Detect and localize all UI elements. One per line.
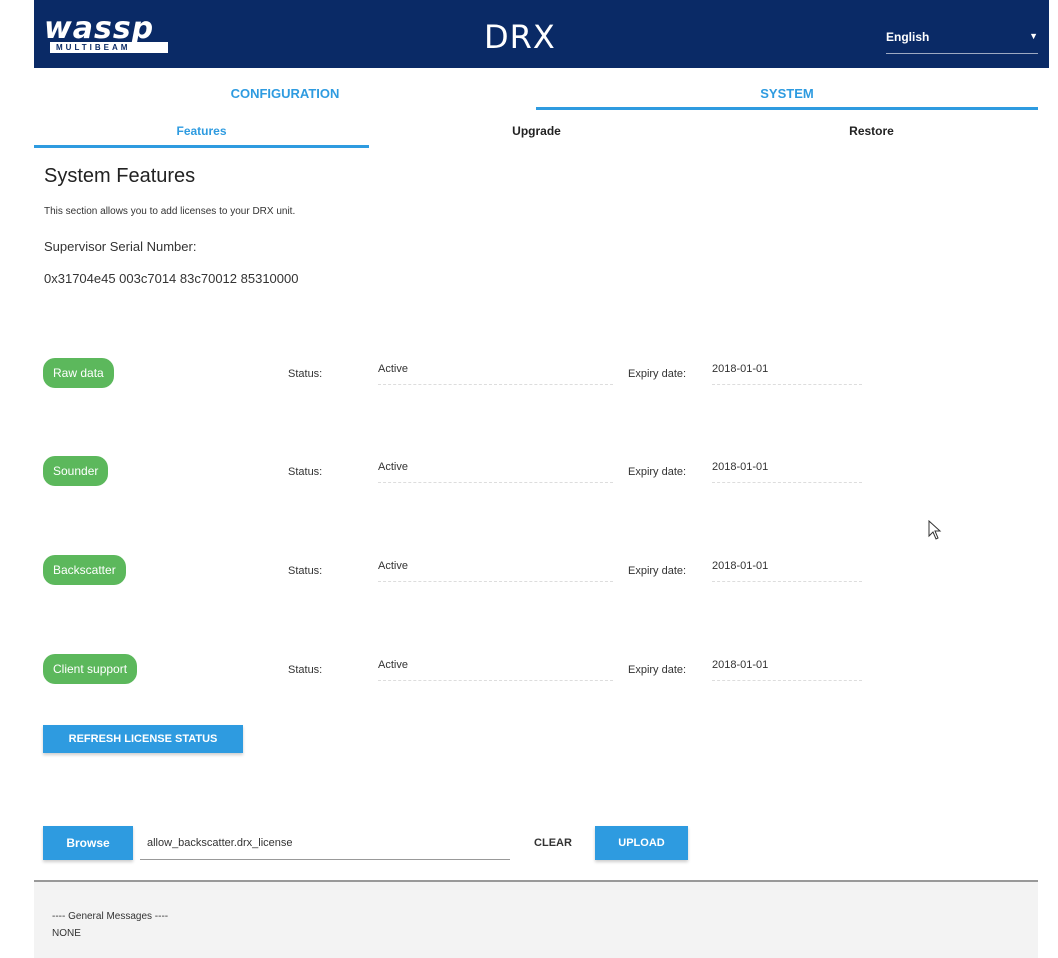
status-label: Status:	[288, 565, 323, 577]
serial-number-label: Supervisor Serial Number:	[44, 239, 197, 254]
expiry-label: Expiry date:	[628, 466, 687, 478]
feature-badge: Backscatter	[43, 555, 126, 585]
page-title: System Features	[44, 165, 196, 187]
general-messages-panel: ---- General Messages ---- NONE	[34, 880, 1038, 958]
status-label: Status:	[288, 664, 323, 676]
clear-button[interactable]: CLEAR	[528, 826, 578, 860]
expiry-value: 2018-01-01	[712, 560, 862, 582]
mouse-cursor-icon	[928, 520, 942, 540]
feature-row: Sounder Status: Active Expiry date: 2018…	[43, 456, 943, 496]
top-bar: wassp MULTIBEAM DRX English ▼	[34, 0, 1049, 68]
main-tabs: CONFIGURATION SYSTEM	[34, 80, 1038, 110]
feature-badge: Raw data	[43, 358, 114, 388]
tab-restore[interactable]: Restore	[704, 117, 1039, 148]
feature-row: Client support Status: Active Expiry dat…	[43, 654, 943, 694]
feature-row: Backscatter Status: Active Expiry date: …	[43, 555, 943, 595]
status-value: Active	[378, 461, 613, 483]
chevron-down-icon: ▼	[1029, 31, 1038, 41]
tab-configuration[interactable]: CONFIGURATION	[34, 80, 536, 110]
expiry-label: Expiry date:	[628, 664, 687, 676]
feature-row: Raw data Status: Active Expiry date: 201…	[43, 358, 943, 398]
status-value: Active	[378, 363, 613, 385]
expiry-value: 2018-01-01	[712, 659, 862, 681]
tab-features[interactable]: Features	[34, 117, 369, 148]
expiry-label: Expiry date:	[628, 565, 687, 577]
messages-body: NONE	[52, 928, 81, 939]
feature-badge: Client support	[43, 654, 138, 684]
status-value: Active	[378, 659, 613, 681]
page-description: This section allows you to add licenses …	[44, 206, 296, 217]
language-selected: English	[886, 30, 930, 44]
status-label: Status:	[288, 466, 323, 478]
serial-number-value: 0x31704e45 003c7014 83c70012 85310000	[44, 271, 299, 286]
tab-upgrade[interactable]: Upgrade	[369, 117, 704, 148]
language-select[interactable]: English ▼	[886, 20, 1038, 54]
logo-wordmark: wassp	[44, 11, 155, 46]
wassp-logo: wassp MULTIBEAM	[44, 14, 194, 58]
feature-badge: Sounder	[43, 456, 109, 486]
upload-button[interactable]: UPLOAD	[595, 826, 688, 860]
browse-button[interactable]: Browse	[43, 826, 133, 860]
status-label: Status:	[288, 368, 323, 380]
expiry-value: 2018-01-01	[712, 461, 862, 483]
logo-subtitle: MULTIBEAM	[50, 42, 168, 53]
license-file-input[interactable]	[140, 826, 510, 860]
sub-tabs: Features Upgrade Restore	[34, 117, 1038, 148]
tab-system[interactable]: SYSTEM	[536, 80, 1038, 110]
messages-title: ---- General Messages ----	[52, 911, 169, 922]
refresh-license-status-button[interactable]: REFRESH LICENSE STATUS	[43, 725, 243, 753]
expiry-label: Expiry date:	[628, 368, 687, 380]
product-title: DRX	[484, 18, 556, 56]
expiry-value: 2018-01-01	[712, 363, 862, 385]
status-value: Active	[378, 560, 613, 582]
